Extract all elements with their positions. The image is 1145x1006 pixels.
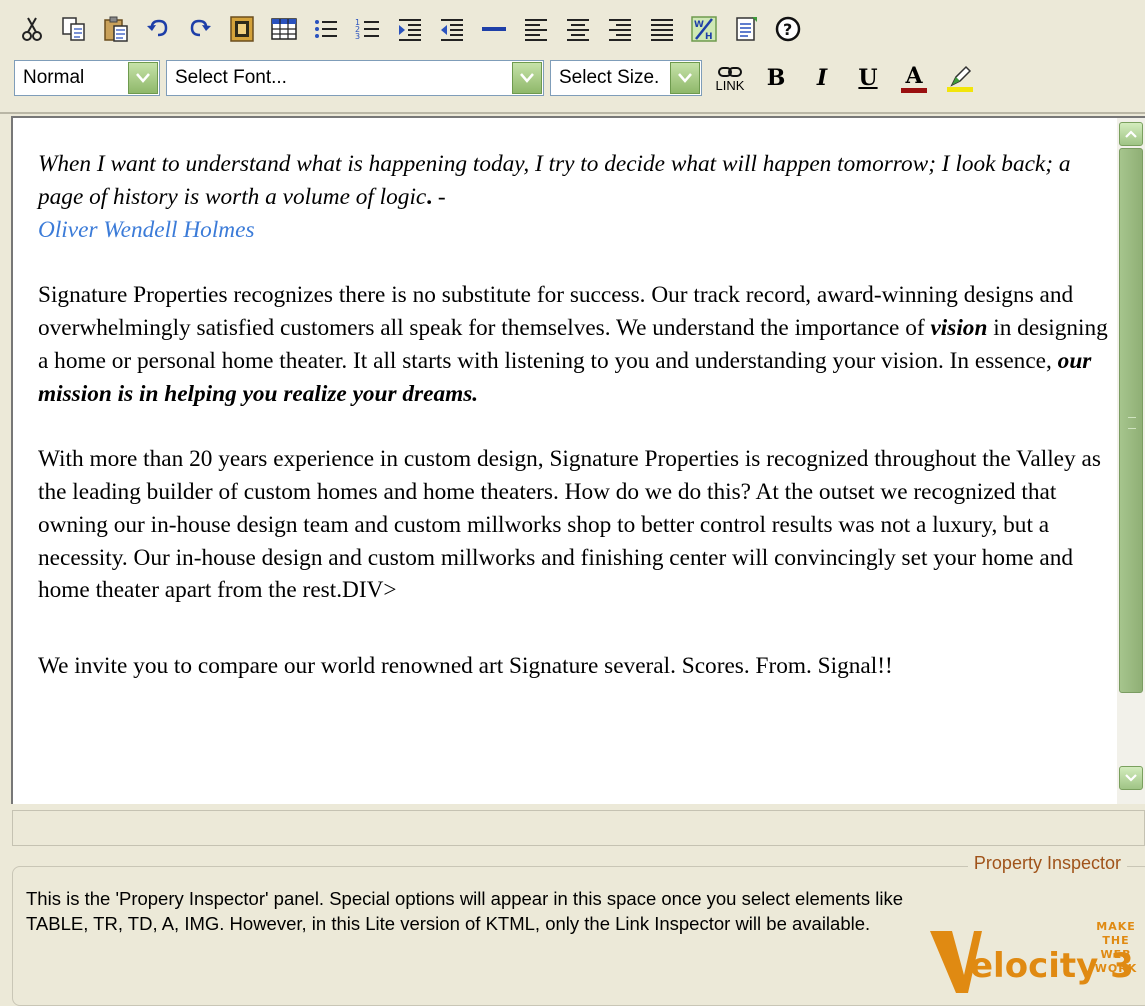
- highlight-swatch: [947, 86, 973, 92]
- outdent-button[interactable]: [434, 12, 470, 46]
- paste-button[interactable]: [98, 12, 134, 46]
- paragraph-1: Signature Properties recognizes there is…: [38, 279, 1113, 410]
- underline-icon: U: [858, 65, 878, 91]
- editor-area[interactable]: When I want to understand what is happen…: [11, 116, 1145, 804]
- link-icon: [718, 66, 742, 77]
- help-button[interactable]: ?: [770, 12, 806, 46]
- outdent-icon: [441, 19, 463, 41]
- highlight-icon: [950, 65, 972, 87]
- paragraph-3-partial: We invite you to compare our world renow…: [38, 652, 893, 679]
- svg-text:3: 3: [355, 32, 360, 41]
- tagline-web: WEB: [1100, 948, 1132, 961]
- cut-icon: [22, 17, 42, 41]
- redo-button[interactable]: [182, 12, 218, 46]
- paragraph-2: With more than 20 years experience in cu…: [38, 446, 1101, 604]
- copy-icon: [62, 17, 85, 41]
- redo-icon: [190, 19, 211, 37]
- html-view-button[interactable]: WH: [686, 12, 722, 46]
- unordered-list-button[interactable]: [308, 12, 344, 46]
- tagline-the: THE: [1102, 934, 1130, 947]
- highlight-button[interactable]: [938, 58, 982, 98]
- velocity-logo: elocity 3 MAKE THE WEB WORK: [930, 917, 1145, 993]
- undo-icon: [147, 19, 168, 37]
- insert-table-button[interactable]: [266, 12, 302, 46]
- chevron-down-icon: [1125, 774, 1137, 782]
- insert-image-button[interactable]: [224, 12, 260, 46]
- size-select[interactable]: Select Size.: [550, 60, 702, 96]
- chevron-up-icon: [1125, 130, 1137, 138]
- scroll-down-button[interactable]: [1119, 766, 1143, 790]
- size-select-value: Select Size.: [559, 67, 660, 88]
- editor-scrollbar[interactable]: [1117, 118, 1145, 804]
- image-icon: [230, 16, 254, 42]
- svg-text:?: ?: [783, 20, 792, 39]
- property-inspector-title: Property Inspector: [967, 853, 1127, 874]
- paragraph-1-text-a: Signature Properties recognizes there is…: [38, 282, 1074, 341]
- bold-icon: B: [766, 65, 786, 91]
- toolbar-row-2: Normal Select Font... Select Size. LINK …: [14, 58, 984, 98]
- tagline-make: MAKE: [1096, 920, 1136, 933]
- toolbar-row-1: 123 WH ?: [14, 11, 812, 47]
- bold-button[interactable]: B: [754, 58, 798, 98]
- link-label: LINK: [715, 77, 745, 93]
- quote-text: When I want to understand what is happen…: [38, 151, 1071, 210]
- quote-author: Oliver Wendell Holmes: [38, 216, 255, 243]
- properties-button[interactable]: [728, 12, 764, 46]
- paragraph-style-select[interactable]: Normal: [14, 60, 160, 96]
- properties-icon: [736, 17, 757, 41]
- underline-button[interactable]: U: [846, 58, 890, 98]
- align-center-button[interactable]: [560, 12, 596, 46]
- font-color-icon: A: [905, 62, 923, 89]
- table-icon: [271, 18, 297, 40]
- vision-emphasis: vision: [930, 314, 988, 341]
- ordered-list-button[interactable]: 123: [350, 12, 386, 46]
- editor-content[interactable]: When I want to understand what is happen…: [38, 148, 1113, 706]
- align-right-button[interactable]: [602, 12, 638, 46]
- paragraph-style-value: Normal: [23, 67, 85, 88]
- indent-button[interactable]: [392, 12, 428, 46]
- undo-button[interactable]: [140, 12, 176, 46]
- paste-icon: [104, 16, 128, 42]
- svg-text:W: W: [694, 20, 704, 30]
- html-view-icon: WH: [691, 16, 717, 42]
- horizontal-rule-button[interactable]: [476, 12, 512, 46]
- logo-tagline: MAKE THE WEB WORK: [1090, 920, 1142, 976]
- align-left-button[interactable]: [518, 12, 554, 46]
- align-center-icon: [567, 19, 589, 41]
- indent-icon: [399, 19, 421, 41]
- scroll-grip: [1128, 417, 1136, 429]
- help-icon: ?: [775, 16, 801, 42]
- font-color-swatch: [901, 87, 927, 93]
- link-button[interactable]: LINK: [708, 58, 752, 98]
- svg-text:H: H: [705, 32, 713, 42]
- unordered-list-icon: [315, 20, 337, 38]
- scroll-thumb[interactable]: [1119, 148, 1143, 693]
- horizontal-rule-icon: [482, 27, 506, 31]
- font-select[interactable]: Select Font...: [166, 60, 544, 96]
- align-left-icon: [525, 19, 547, 41]
- editor-toolbar: 123 WH ? Normal Select Font... Select Si…: [0, 0, 1145, 114]
- justify-icon: [651, 19, 673, 41]
- ordered-list-icon: 123: [355, 18, 379, 41]
- copy-button[interactable]: [56, 12, 92, 46]
- chevron-down-icon[interactable]: [512, 62, 542, 94]
- italic-button[interactable]: I: [800, 58, 844, 98]
- chevron-down-icon[interactable]: [128, 62, 158, 94]
- tagline-work: WORK: [1094, 962, 1138, 975]
- chevron-down-icon[interactable]: [670, 62, 700, 94]
- status-bar: [12, 810, 1145, 846]
- quote-paragraph: When I want to understand what is happen…: [38, 148, 1113, 246]
- align-right-icon: [609, 19, 631, 41]
- scroll-up-button[interactable]: [1119, 122, 1143, 146]
- italic-icon: I: [816, 65, 828, 91]
- font-select-value: Select Font...: [175, 67, 287, 88]
- quote-dash: -: [432, 183, 446, 210]
- cut-button[interactable]: [14, 12, 50, 46]
- font-color-button[interactable]: A: [892, 58, 936, 98]
- justify-button[interactable]: [644, 12, 680, 46]
- property-inspector-text: This is the 'Propery Inspector' panel. S…: [26, 888, 904, 934]
